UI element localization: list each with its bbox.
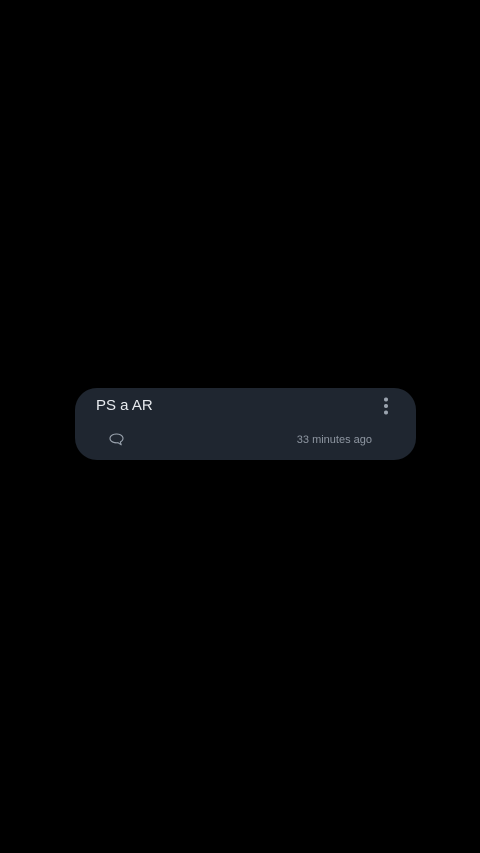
notification-card[interactable]: PS a AR 33 minutes ago bbox=[75, 388, 416, 460]
notification-timestamp: 33 minutes ago bbox=[296, 434, 372, 446]
notification-title: PS a AR bbox=[96, 397, 153, 414]
comment-button[interactable] bbox=[106, 430, 126, 448]
lock-screen: PS a AR 33 minutes ago bbox=[0, 0, 480, 853]
more-options-button[interactable] bbox=[375, 394, 397, 418]
more-vertical-icon bbox=[384, 397, 388, 415]
comment-bubble-icon bbox=[108, 432, 124, 445]
